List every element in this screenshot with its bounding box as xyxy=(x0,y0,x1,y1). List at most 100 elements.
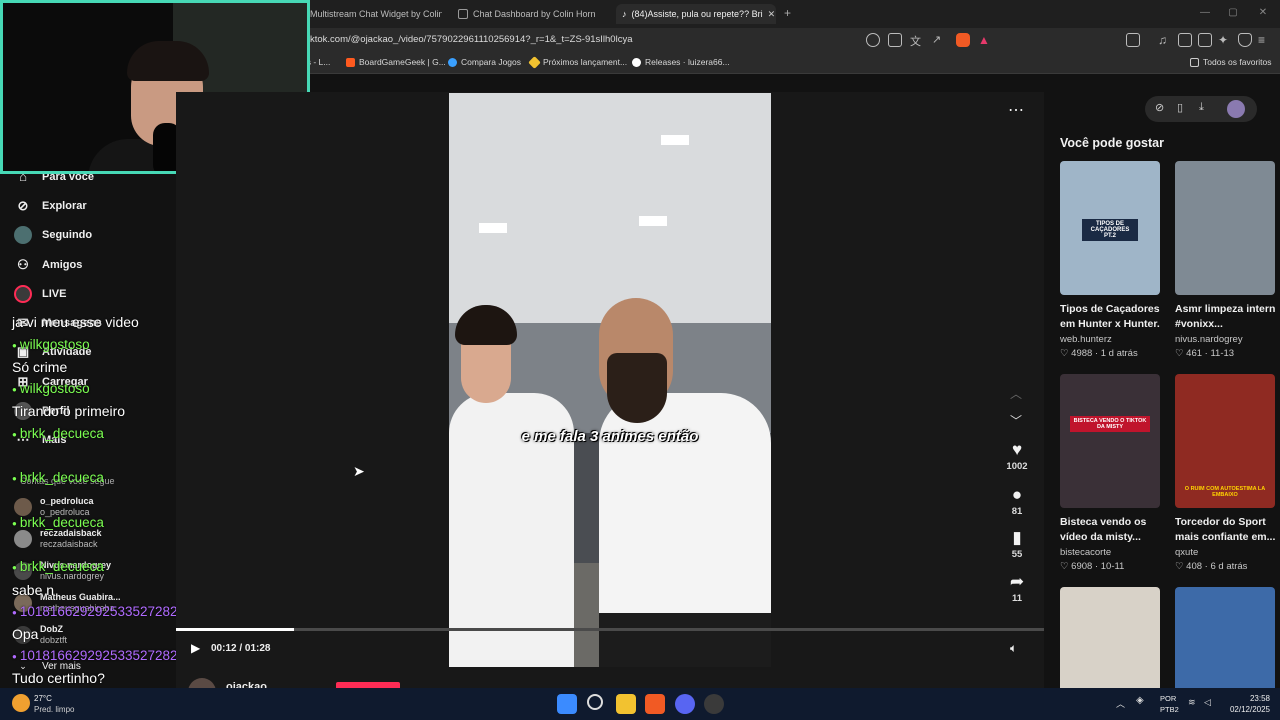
volume-icon[interactable]: 🔈︎ xyxy=(1010,641,1017,656)
nav-label: Seguindo xyxy=(42,229,93,241)
video-frame[interactable] xyxy=(449,93,771,667)
translate-icon[interactable]: 文 xyxy=(910,33,924,48)
recommendation-card[interactable]: BISTECA VENDO O TIKTOK DA MISTY Bisteca … xyxy=(1060,374,1160,572)
tab-chat-dashboard[interactable]: Chat Dashboard by Colin Horn xyxy=(458,4,608,24)
screen-icon[interactable] xyxy=(888,33,902,47)
search-icon[interactable] xyxy=(587,694,603,710)
nav-seguindo[interactable]: Seguindo xyxy=(14,224,92,246)
music-icon[interactable]: ♫ xyxy=(1158,33,1172,47)
share-icon[interactable]: ↗ xyxy=(932,33,946,47)
bookmark-label: Compara Jogos xyxy=(461,57,522,67)
progress-bar[interactable] xyxy=(176,628,1044,631)
bookmark-label: Próximos lançament... xyxy=(543,57,628,67)
recommendation-card[interactable]: TIPOS DE CAÇADORES PT.2 Tipos de Caçador… xyxy=(1060,161,1160,359)
chat-username: brkk_decueca xyxy=(12,426,104,441)
card-meta: ♡ 408 · 6 d atrás xyxy=(1175,561,1248,572)
play-icon[interactable]: ▶ xyxy=(191,641,200,655)
brave-shields-icon[interactable] xyxy=(956,33,970,47)
panel-icon[interactable] xyxy=(1178,33,1192,47)
compass-icon[interactable]: ⊘ xyxy=(1155,101,1164,114)
minimize-icon[interactable]: — xyxy=(1198,6,1212,20)
download-icon[interactable]: ⤓ xyxy=(1199,101,1204,114)
brave-rewards-icon[interactable]: ▲ xyxy=(978,33,992,47)
nav-amigos[interactable]: ⚇ Amigos xyxy=(14,254,82,276)
keyboard-layout[interactable]: PTB2 xyxy=(1160,705,1179,714)
tray-chevron-icon[interactable]: ︿ xyxy=(1116,697,1125,710)
url-field[interactable]: ktok.com/@ojackao_/video/757902296111025… xyxy=(310,34,633,45)
share-button[interactable]: ➦ 11 xyxy=(1004,572,1030,606)
chat-message: sabe n xyxy=(12,582,55,598)
chat-username: brkk_decueca xyxy=(12,515,104,530)
video-ceiling xyxy=(449,93,771,323)
card-title-line2: mais confiante em... xyxy=(1175,531,1275,543)
people-icon: ⚇ xyxy=(17,257,29,272)
chat-username: 1018166292925335272828 xyxy=(12,604,185,619)
following-name: o_pedroluca xyxy=(40,496,94,506)
comment-count: 81 xyxy=(1011,506,1023,517)
vpn-shield-icon[interactable] xyxy=(1238,33,1252,47)
nav-live[interactable]: LIVE xyxy=(14,283,66,305)
language-code[interactable]: POR xyxy=(1160,694,1176,703)
bookmark-icon: ▮ xyxy=(1012,528,1022,547)
bookmark-item[interactable]: Compara Jogos xyxy=(448,57,521,67)
weather-icon[interactable] xyxy=(12,694,30,712)
windows-start-icon[interactable] xyxy=(557,694,577,714)
date[interactable]: 02/12/2025 xyxy=(1220,705,1270,714)
sidebar-toggle-icon[interactable] xyxy=(1126,33,1140,47)
user-avatar[interactable] xyxy=(1227,100,1245,118)
close-tab-icon[interactable]: ✕ xyxy=(768,9,776,20)
file-explorer-icon[interactable] xyxy=(616,694,636,714)
recommendation-card[interactable]: O RUIM COM AUTOESTIMA LA EMBAIXO Torcedo… xyxy=(1175,374,1275,572)
save-button[interactable]: ▮ 55 xyxy=(1004,528,1030,562)
thumbnail xyxy=(1060,587,1160,688)
github-icon xyxy=(632,57,641,67)
recommendation-card[interactable] xyxy=(1175,587,1275,688)
tab-multistream-chat[interactable]: Multistream Chat Widget by Colin H xyxy=(310,4,442,24)
chat-message: Só crime xyxy=(12,359,68,375)
speaker-icon[interactable]: ◁ xyxy=(1204,697,1211,708)
bookmark-item[interactable]: Próximos lançament... xyxy=(528,55,628,69)
view-count: 408 xyxy=(1186,561,1203,572)
wifi-icon[interactable]: ≋ xyxy=(1188,697,1196,708)
address-bar: ktok.com/@ojackao_/video/757902296111025… xyxy=(300,28,1280,52)
wallet-icon[interactable] xyxy=(1198,33,1212,47)
chat-username: brkk_decueca xyxy=(12,470,104,485)
network-icon[interactable]: ◈ xyxy=(1136,695,1144,706)
card-author: qxute xyxy=(1175,547,1199,558)
recommendation-card[interactable] xyxy=(1060,587,1160,688)
menu-icon[interactable]: ≡ xyxy=(1258,33,1272,47)
card-meta: ♡ 461 · 11-13 xyxy=(1175,348,1235,359)
obs-icon[interactable] xyxy=(704,694,724,714)
chevron-up-icon[interactable]: ︿ xyxy=(1010,385,1022,402)
phone-icon[interactable]: ▯ xyxy=(1177,101,1183,114)
boardgamegeek-icon xyxy=(346,57,355,67)
more-options-icon[interactable]: ⋯ xyxy=(1008,100,1025,120)
thumbnail-text: TIPOS DE CAÇADORES PT.2 xyxy=(1082,219,1138,241)
person-right-pants xyxy=(599,613,771,667)
leo-ai-icon[interactable]: ✦ xyxy=(1218,33,1232,47)
card-meta: ♡ 6908 · 10-11 xyxy=(1060,561,1125,572)
card-title: Torcedor do Sport xyxy=(1175,516,1266,528)
all-favorites[interactable]: Todos os favoritos xyxy=(1190,57,1272,67)
discord-icon[interactable] xyxy=(675,694,695,714)
maximize-icon[interactable]: ▢ xyxy=(1226,6,1240,20)
comment-button[interactable]: ● 81 xyxy=(1004,485,1030,519)
clock[interactable]: 23:58 xyxy=(1220,694,1270,703)
brave-browser-icon[interactable] xyxy=(645,694,665,714)
close-window-icon[interactable]: ✕ xyxy=(1256,6,1270,20)
recommendation-card[interactable]: Asmr limpeza interna #vonixx... nivus.na… xyxy=(1175,161,1275,359)
thumbnail: TIPOS DE CAÇADORES PT.2 xyxy=(1060,161,1160,295)
new-tab-button[interactable]: + xyxy=(784,6,791,20)
bookmark-item[interactable]: Releases · luizera66... xyxy=(632,57,730,67)
top-toolbar: ⊘ ▯ ⤓ xyxy=(1145,96,1257,122)
card-title: Tipos de Caçadores xyxy=(1060,303,1160,315)
streamer-hair xyxy=(127,41,209,81)
chevron-down-icon[interactable]: ﹀ xyxy=(1010,412,1022,429)
bookmark-label: Todos os favoritos xyxy=(1203,57,1272,67)
tab-tiktok-video[interactable]: ♪ (84)Assiste, pula ou repete?? Bri ✕ xyxy=(616,4,776,24)
card-meta: ♡ 4988 · 1 d atrás xyxy=(1060,348,1138,359)
bookmark-item[interactable]: BoardGameGeek | G... xyxy=(346,57,446,67)
like-button[interactable]: ♥ 1002 xyxy=(1004,440,1030,474)
nav-explorar[interactable]: ⊘ Explorar xyxy=(14,195,87,217)
reader-icon[interactable] xyxy=(866,33,880,47)
